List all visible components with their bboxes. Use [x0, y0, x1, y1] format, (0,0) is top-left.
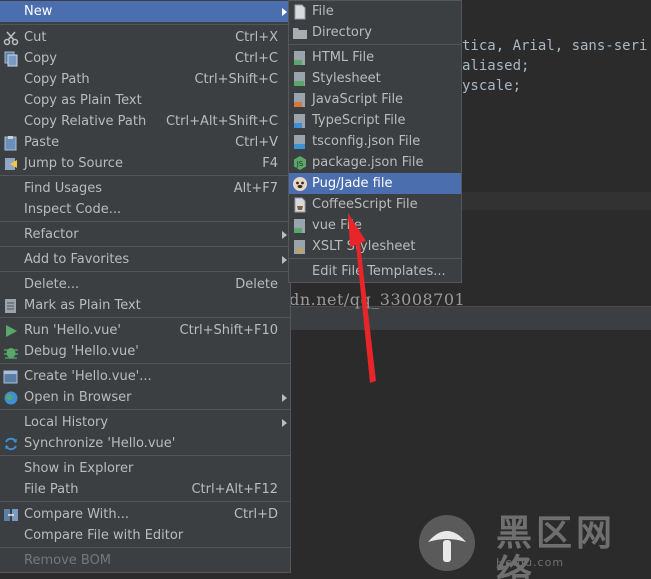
submenu-arrow-icon: [282, 394, 287, 402]
menu-item-remove-bom: Remove BOM: [24, 553, 112, 568]
brand-name: 黑区网络: [496, 513, 617, 579]
menu-item-delete[interactable]: Delete... Delete: [0, 274, 290, 295]
submenu-item-tsconfig-file[interactable]: tsconfig.json File: [289, 131, 461, 152]
menu-item-debug[interactable]: Debug 'Hello.vue': [0, 341, 290, 362]
menu-separator: [0, 221, 290, 222]
menu-item-add-to-favorites[interactable]: Add to Favorites: [0, 249, 290, 270]
submenu-item-package-json[interactable]: JS package.json File: [289, 152, 461, 173]
brand-sub: Heiqu.com: [496, 556, 565, 569]
menu-item-new[interactable]: New: [0, 1, 290, 22]
nodejs-icon: JS: [294, 156, 306, 170]
menu-separator: [0, 175, 290, 176]
debug-icon: [4, 348, 18, 359]
menu-separator: [0, 317, 290, 318]
code-line-3: yscale;: [462, 78, 522, 94]
json-file-icon: [294, 135, 305, 149]
coffee-file-icon: [294, 197, 306, 213]
menu-item-cut[interactable]: Cut Ctrl+X: [0, 27, 290, 48]
menu-item-local-history[interactable]: Local History: [0, 412, 290, 433]
submenu-item-typescript-file[interactable]: TypeScript File: [289, 110, 461, 131]
paste-icon: [4, 136, 17, 151]
svg-text:JS: JS: [296, 160, 304, 168]
menu-item-run[interactable]: Run 'Hello.vue' Ctrl+Shift+F10: [0, 320, 290, 341]
sync-icon: [5, 437, 17, 451]
submenu-arrow-icon: [282, 419, 287, 427]
menu-separator: [0, 246, 290, 247]
context-menu: New Cut Ctrl+X Copy Ctrl+C Copy Path Ctr…: [0, 0, 291, 573]
menu-item-paste[interactable]: Paste Ctrl+V: [0, 132, 290, 153]
menu-item-synchronize[interactable]: Synchronize 'Hello.vue': [0, 433, 290, 454]
css-file-icon: [294, 72, 305, 86]
vue-file-icon: [294, 219, 305, 233]
code-line-1: tica, Arial, sans-seri: [462, 38, 648, 54]
ts-file-icon: [294, 114, 305, 128]
compare-icon: [4, 509, 18, 521]
brand-logo: 黑区网络 Heiqu.com: [418, 510, 648, 579]
menu-item-show-in-explorer[interactable]: Show in Explorer: [0, 458, 290, 479]
scissors-icon: [3, 31, 19, 46]
xslt-file-icon: [294, 240, 305, 254]
menu-item-compare-with[interactable]: Compare With... Ctrl+D: [0, 504, 290, 525]
menu-separator: [0, 547, 290, 548]
file-icon: [294, 4, 306, 20]
menu-separator: [0, 409, 290, 410]
copy-icon: [4, 51, 18, 67]
plain-text-icon: [5, 299, 16, 313]
submenu-separator: [289, 44, 461, 45]
menu-separator: [0, 363, 290, 364]
menu-item-copy-relative-path[interactable]: Copy Relative Path Ctrl+Alt+Shift+C: [0, 111, 290, 132]
submenu-item-stylesheet[interactable]: Stylesheet: [289, 68, 461, 89]
js-file-icon: [294, 93, 305, 107]
submenu-arrow-icon: [282, 231, 287, 239]
html-file-icon: [294, 51, 305, 65]
annotation-arrow-icon: [348, 213, 376, 383]
submenu-item-javascript-file[interactable]: JavaScript File: [289, 89, 461, 110]
menu-item-open-in-browser[interactable]: Open in Browser: [0, 387, 290, 408]
globe-icon: [4, 391, 18, 405]
mushroom-logo-icon: [419, 515, 475, 571]
menu-item-copy-plain-text[interactable]: Copy as Plain Text: [0, 90, 290, 111]
menu-item-inspect-code[interactable]: Inspect Code...: [0, 199, 290, 220]
jump-source-icon: [5, 158, 17, 170]
submenu-item-pug-jade[interactable]: Pug/Jade file: [289, 173, 461, 194]
menu-item-find-usages[interactable]: Find Usages Alt+F7: [0, 178, 290, 199]
menu-item-refactor[interactable]: Refactor: [0, 224, 290, 245]
submenu-arrow-icon: [282, 8, 287, 16]
menu-separator: [0, 24, 290, 25]
menu-item-jump-to-source[interactable]: Jump to Source F4: [0, 153, 290, 174]
create-config-icon: [3, 370, 18, 384]
menu-item-mark-plain-text[interactable]: Mark as Plain Text: [0, 295, 290, 316]
menu-separator: [0, 455, 290, 456]
menu-item-create-config[interactable]: Create 'Hello.vue'...: [0, 366, 290, 387]
menu-item-copy-path[interactable]: Copy Path Ctrl+Shift+C: [0, 69, 290, 90]
submenu-item-directory[interactable]: Directory: [289, 22, 461, 43]
submenu-arrow-icon: [282, 256, 287, 264]
pug-icon: [293, 177, 307, 191]
folder-icon: [293, 28, 307, 39]
menu-item-copy[interactable]: Copy Ctrl+C: [0, 48, 290, 69]
submenu-item-file[interactable]: File: [289, 1, 461, 22]
run-icon: [6, 325, 17, 337]
menu-item-compare-file-editor[interactable]: Compare File with Editor: [0, 525, 290, 546]
menu-separator: [0, 271, 290, 272]
submenu-item-html-file[interactable]: HTML File: [289, 47, 461, 68]
code-line-2: aliased;: [462, 58, 530, 74]
menu-item-file-path[interactable]: File Path Ctrl+Alt+F12: [0, 479, 290, 500]
menu-separator: [0, 501, 290, 502]
